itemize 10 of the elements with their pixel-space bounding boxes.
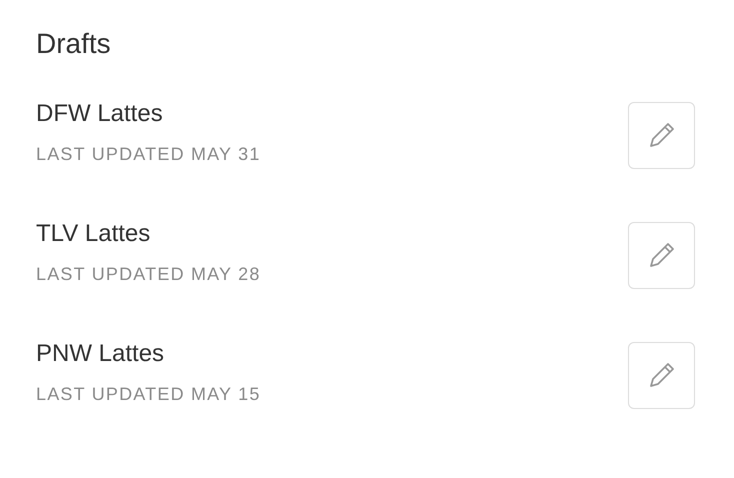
last-updated-text: LAST UPDATED MAY 28 (36, 264, 261, 284)
edit-button[interactable] (628, 342, 695, 408)
draft-title: TLV Lattes (36, 220, 152, 248)
last-updated-text: LAST UPDATED MAY 15 (36, 384, 261, 404)
last-updated-text: LAST UPDATED MAY 31 (36, 144, 261, 164)
section-title: Drafts (36, 28, 112, 60)
edit-button[interactable] (628, 102, 695, 168)
draft-title: PNW Lattes (36, 340, 166, 368)
edit-button[interactable] (628, 222, 695, 288)
draft-title: DFW Lattes (36, 100, 164, 128)
